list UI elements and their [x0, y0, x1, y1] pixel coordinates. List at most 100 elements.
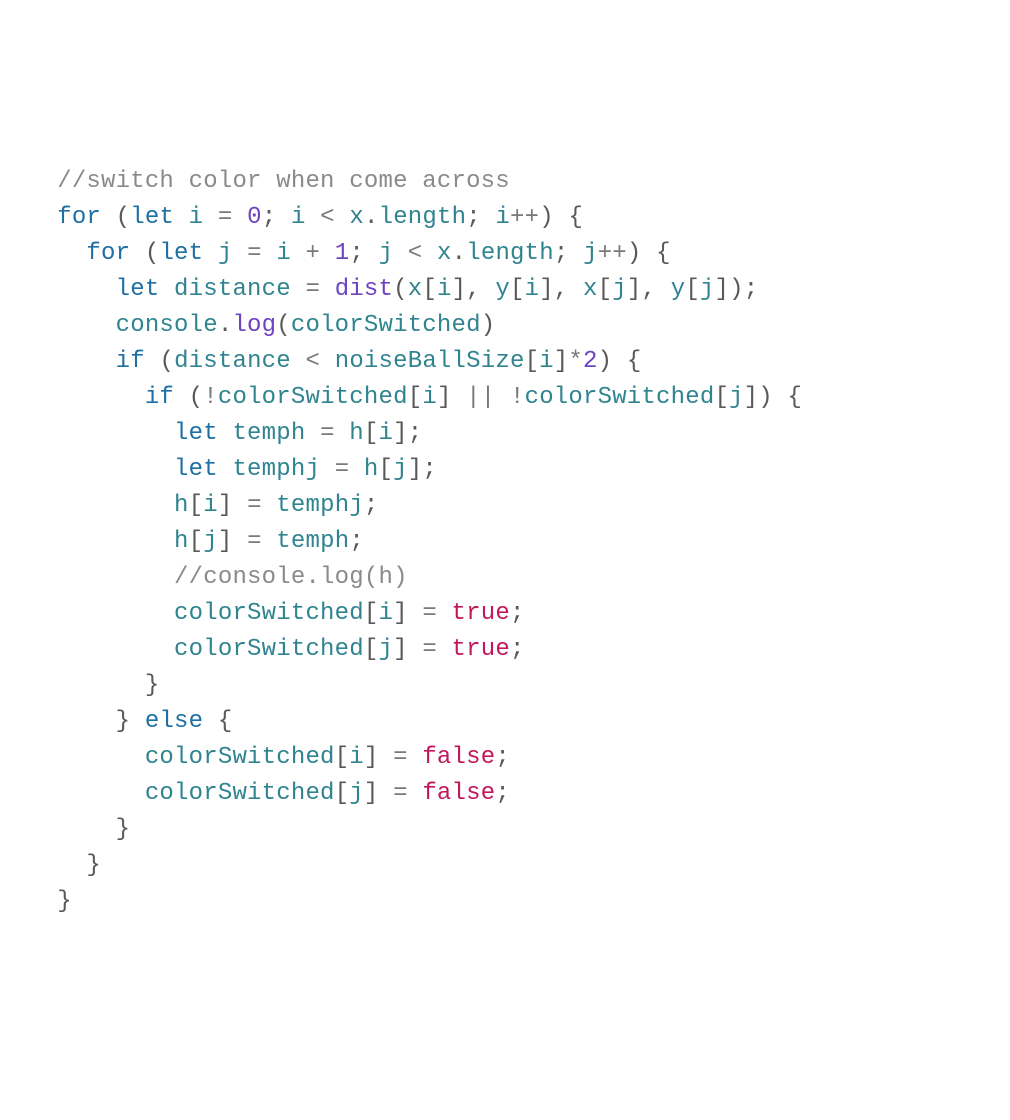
code-token: let — [159, 240, 203, 267]
code-token: { — [787, 384, 802, 411]
code-token — [612, 348, 627, 375]
code-line: colorSwitched[i] = false; — [28, 740, 982, 776]
code-token — [291, 348, 306, 375]
code-token: i — [189, 204, 204, 231]
code-token: = — [247, 528, 262, 555]
code-token: distance — [174, 276, 291, 303]
code-token — [203, 240, 218, 267]
code-token — [101, 204, 116, 231]
code-token: j — [378, 636, 393, 663]
code-token: [ — [714, 384, 729, 411]
code-token: true — [452, 636, 510, 663]
code-token: ; — [349, 528, 364, 555]
code-token: colorSwitched — [145, 780, 335, 807]
code-token: ! — [203, 384, 218, 411]
code-token: [ — [408, 384, 423, 411]
code-token: let — [116, 276, 160, 303]
code-token — [276, 204, 291, 231]
code-token: ] — [554, 348, 569, 375]
code-token — [262, 240, 277, 267]
code-line: } — [28, 668, 982, 704]
code-token: [ — [364, 636, 379, 663]
code-token: = — [247, 240, 262, 267]
code-token: [ — [525, 348, 540, 375]
code-token: else — [145, 708, 203, 735]
code-token: } — [145, 672, 160, 699]
code-token: h — [174, 492, 189, 519]
code-line: let distance = dist(x[i], y[i], x[j], y[… — [28, 272, 982, 308]
code-token — [408, 636, 423, 663]
code-token: = — [393, 744, 408, 771]
code-token — [452, 384, 467, 411]
code-line: let temph = h[i]; — [28, 416, 982, 452]
code-token: ] — [452, 276, 467, 303]
code-token: } — [86, 852, 101, 879]
code-token: colorSwitched — [145, 744, 335, 771]
code-token: , — [466, 276, 481, 303]
code-token: console — [116, 312, 218, 339]
code-token: ; — [510, 600, 525, 627]
code-token — [233, 204, 248, 231]
code-token — [379, 744, 394, 771]
code-token: ] — [437, 384, 452, 411]
code-token — [203, 204, 218, 231]
code-token: x — [408, 276, 423, 303]
code-token — [130, 240, 145, 267]
code-token: [ — [189, 528, 204, 555]
code-token: true — [452, 600, 510, 627]
code-token: j — [700, 276, 715, 303]
code-token — [481, 204, 496, 231]
code-token: < — [306, 348, 321, 375]
code-token: ] — [218, 492, 233, 519]
code-token — [232, 492, 247, 519]
code-token — [568, 240, 583, 267]
code-token — [422, 240, 437, 267]
code-token: [ — [364, 420, 379, 447]
code-token: [ — [335, 780, 350, 807]
code-line: //switch color when come across — [28, 164, 982, 200]
code-token: , — [554, 276, 569, 303]
code-token: colorSwitched — [291, 312, 481, 339]
code-token: ] — [393, 636, 408, 663]
code-token: } — [116, 708, 131, 735]
code-token: . — [218, 312, 233, 339]
code-token: ; — [495, 780, 510, 807]
code-token — [349, 456, 364, 483]
code-line: } else { — [28, 704, 982, 740]
code-token: ( — [276, 312, 291, 339]
code-token: y — [495, 276, 510, 303]
code-token: [ — [422, 276, 437, 303]
code-token: let — [174, 420, 218, 447]
code-token: ++ — [510, 204, 539, 231]
code-token: ; — [422, 456, 437, 483]
code-token: let — [130, 204, 174, 231]
code-token: ; — [744, 276, 759, 303]
code-line: let temphj = h[j]; — [28, 452, 982, 488]
code-token: distance — [174, 348, 291, 375]
code-line: } — [28, 884, 982, 920]
code-token: j — [583, 240, 598, 267]
code-line: h[j] = temph; — [28, 524, 982, 560]
code-token: j — [393, 456, 408, 483]
code-token: = — [305, 276, 320, 303]
code-token: [ — [510, 276, 525, 303]
code-token — [174, 384, 189, 411]
code-token: [ — [685, 276, 700, 303]
code-token: < — [408, 240, 423, 267]
code-token: for — [57, 204, 101, 231]
code-token: [ — [598, 276, 613, 303]
code-token — [656, 276, 671, 303]
code-token — [203, 708, 218, 735]
code-token: i — [276, 240, 291, 267]
code-token: ] — [218, 528, 233, 555]
code-token — [320, 456, 335, 483]
code-token: temphj — [276, 492, 364, 519]
code-token: ] — [364, 780, 379, 807]
code-token: = — [335, 456, 350, 483]
code-token: i — [349, 744, 364, 771]
code-token: i — [291, 204, 306, 231]
code-token — [335, 420, 350, 447]
code-line: for (let i = 0; i < x.length; i++) { — [28, 200, 982, 236]
code-token — [320, 240, 335, 267]
code-token: = — [393, 780, 408, 807]
